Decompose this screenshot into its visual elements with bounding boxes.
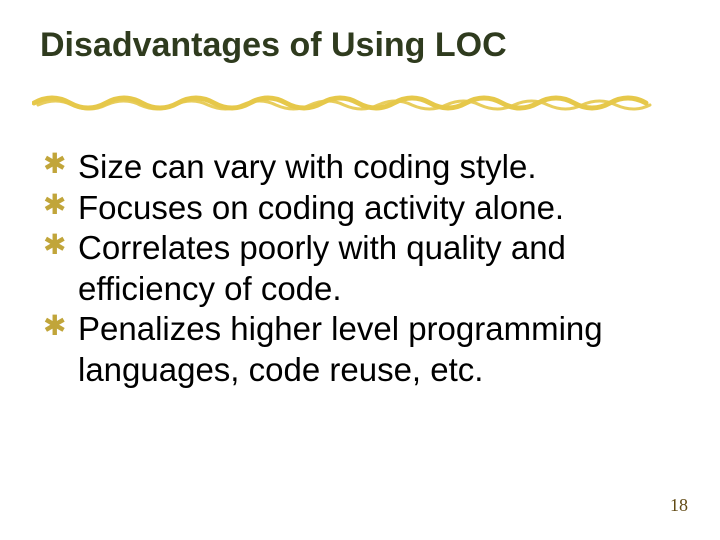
slide: Disadvantages of Using LOC ✱ Size can va… — [0, 0, 720, 540]
bullet-icon: ✱ — [43, 311, 66, 342]
bullet-icon: ✱ — [43, 149, 66, 180]
slide-title: Disadvantages of Using LOC — [40, 26, 680, 65]
bullet-icon: ✱ — [43, 190, 66, 221]
scribble-underline-icon — [32, 89, 672, 113]
bullet-text: Size can vary with coding style. — [78, 148, 537, 185]
page-number: 18 — [670, 495, 688, 516]
title-underline — [32, 89, 672, 113]
list-item: ✱ Size can vary with coding style. — [44, 147, 680, 188]
bullet-icon: ✱ — [43, 230, 66, 261]
bullet-text: Focuses on coding activity alone. — [78, 189, 564, 226]
list-item: ✱ Penalizes higher level programming lan… — [44, 309, 680, 390]
bullet-text: Correlates poorly with quality and effic… — [78, 229, 566, 307]
list-item: ✱ Focuses on coding activity alone. — [44, 188, 680, 229]
bullet-text: Penalizes higher level programming langu… — [78, 310, 603, 388]
list-item: ✱ Correlates poorly with quality and eff… — [44, 228, 680, 309]
bullet-list: ✱ Size can vary with coding style. ✱ Foc… — [40, 147, 680, 390]
